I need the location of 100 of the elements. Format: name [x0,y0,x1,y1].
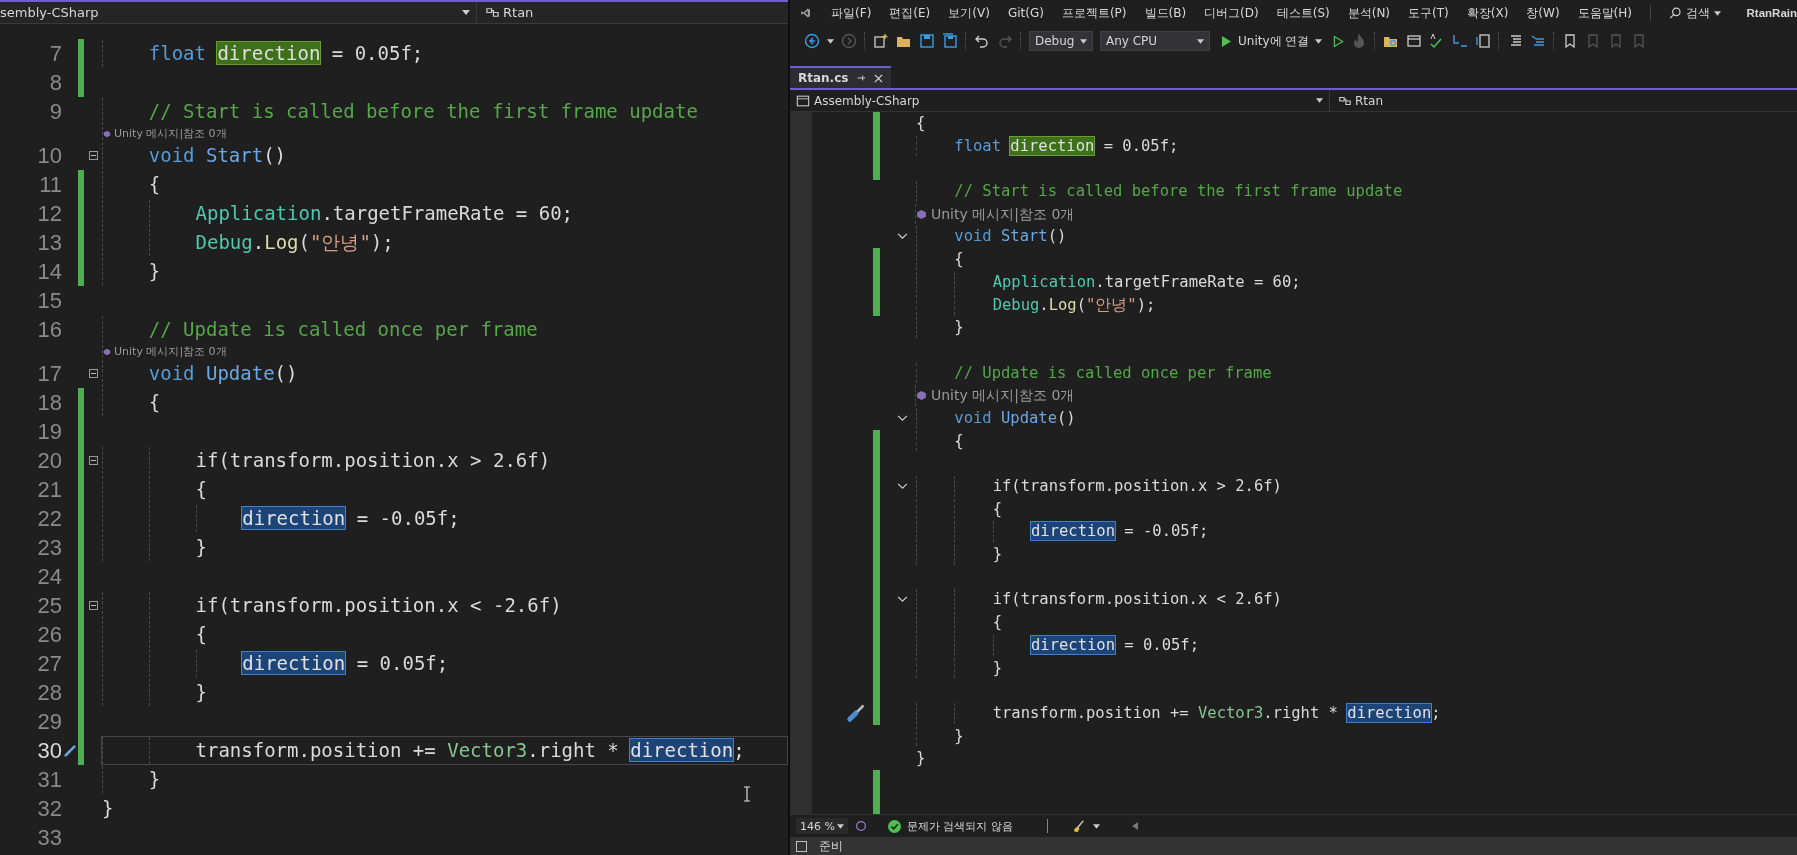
code-line: void Start() [101,141,788,170]
scroll-left-icon[interactable] [1132,822,1138,830]
code-line: // Start is called before the first frame update [915,180,1797,203]
close-icon[interactable] [874,73,884,83]
codelens-hint[interactable]: Unity 메시지|참조 0개 [114,344,227,359]
code-line: } [915,316,1797,339]
caret-icon[interactable] [827,38,834,44]
collapse-icon[interactable] [89,456,98,465]
code-line: { [101,475,788,504]
line-number: 8 [48,69,62,97]
cube-icon [916,208,927,220]
check-icon [888,819,901,833]
new-project-icon[interactable] [873,33,889,49]
code-line: void Update() [101,359,788,388]
code-line: if(transform.position.x < -2.6f) [101,591,788,620]
menu-item[interactable]: 파일(F) [831,4,872,22]
menu-item[interactable]: 빌드(B) [1144,4,1187,22]
window-icon[interactable] [1406,33,1423,49]
member-dropdown[interactable]: Rtan [1330,93,1383,108]
status-text: 준비 [819,837,843,855]
code-line: { [101,620,788,649]
line-number: 10 [36,142,62,170]
status-text[interactable]: 문제가 검색되지 않음 [907,818,1013,834]
cube-icon [103,129,111,138]
output-icon[interactable] [796,840,807,852]
pin-icon[interactable] [856,73,867,83]
zoom-dropdown[interactable]: 146 % [796,818,848,834]
code-line: // Update is called once per frame [915,361,1797,385]
file-tab[interactable]: Rtan.cs [790,66,892,88]
chevron-icon[interactable] [896,233,908,241]
screwdriver-icon[interactable] [846,703,866,724]
brush-icon[interactable] [1072,818,1087,834]
code-line: { [915,113,927,134]
menu-item[interactable]: 편집(E) [889,4,931,22]
line-number: 33 [36,824,62,852]
collapse-icon[interactable] [89,369,98,378]
search-button[interactable]: 검색 [1668,4,1721,22]
code-line: Application.targetFrameRate = 60; [915,270,1797,294]
project-icon [796,93,810,108]
line-number: 31 [36,766,62,794]
menu-item[interactable]: Git(G) [1007,6,1044,20]
line-number: 16 [36,316,62,344]
project-dropdown[interactable]: Assembly-CSharp [790,90,1330,111]
codelens-hint[interactable]: Unity 메시지|참조 0개 [931,385,1075,406]
save-all-icon[interactable] [942,33,958,49]
line-number: 7 [48,40,62,68]
menu-item[interactable]: 분석(N) [1347,4,1391,22]
run-button[interactable]: Unity에 연결 [1217,32,1327,50]
menu-item[interactable]: 테스트(S) [1276,4,1330,22]
account-name[interactable]: RtanRain [1746,7,1797,19]
undo-icon[interactable] [974,33,990,49]
platform-dropdown[interactable]: Any CPU [1100,31,1210,51]
code-line: } [915,543,1797,566]
menu-item[interactable]: 도움말(H) [1577,4,1632,22]
line-number: 9 [48,98,62,126]
indent-icon[interactable] [1452,33,1469,49]
caret-icon [462,10,470,15]
play-outline-icon[interactable] [1333,34,1345,48]
code-line: direction = 0.05f; [101,649,788,678]
code-line: float direction = 0.05f; [101,39,788,68]
line-number: 17 [36,360,62,388]
save-icon[interactable] [919,33,935,49]
codelens-hint[interactable]: Unity 메시지|참조 0개 [114,126,227,141]
code-line: } [915,748,927,770]
code-line: direction = 0.05f; [915,633,1797,657]
uncomment-lines-icon[interactable] [1530,33,1547,49]
code-line: } [101,257,788,286]
play-icon [1221,34,1232,48]
codelens-hint[interactable]: Unity 메시지|참조 0개 [931,203,1075,225]
menu-item[interactable]: 디버그(D) [1204,4,1259,22]
menu-item[interactable]: 창(W) [1526,4,1560,22]
line-number: 12 [36,200,62,228]
code-line: } [915,724,1797,748]
menu-item[interactable]: 보기(V) [948,4,990,22]
code-line: transform.position += Vector3.right * direction; [915,701,1797,725]
chevron-icon[interactable] [896,596,908,604]
chevron-icon[interactable] [896,482,908,490]
code-line: Debug.Log("안녕"); [915,293,1797,317]
member-dropdown[interactable]: Rtan [477,5,534,20]
configuration-dropdown[interactable]: Debug [1029,31,1093,51]
caret-icon [1316,98,1323,103]
menu-item[interactable]: 확장(X) [1466,4,1509,22]
columns-icon[interactable] [1475,33,1492,49]
line-number: 32 [36,795,62,823]
code-line: { [101,170,788,199]
back-icon[interactable] [804,33,820,49]
screwdriver-icon[interactable] [63,743,77,758]
line-number: 20 [36,447,62,475]
project-dropdown[interactable]: sembly-CSharp [0,2,477,23]
caret-icon[interactable] [1093,823,1100,829]
chevron-icon[interactable] [896,414,908,422]
collapse-icon[interactable] [89,601,98,610]
line-number: 15 [36,287,62,315]
code-line: { [915,497,1797,521]
code-line: { [915,429,1797,453]
menu-item[interactable]: 도구(T) [1408,4,1449,22]
code-line: } [101,678,788,707]
code-line: { [101,388,788,417]
menu-item[interactable]: 프로젝트(P) [1061,4,1127,22]
collapse-icon[interactable] [89,151,98,160]
